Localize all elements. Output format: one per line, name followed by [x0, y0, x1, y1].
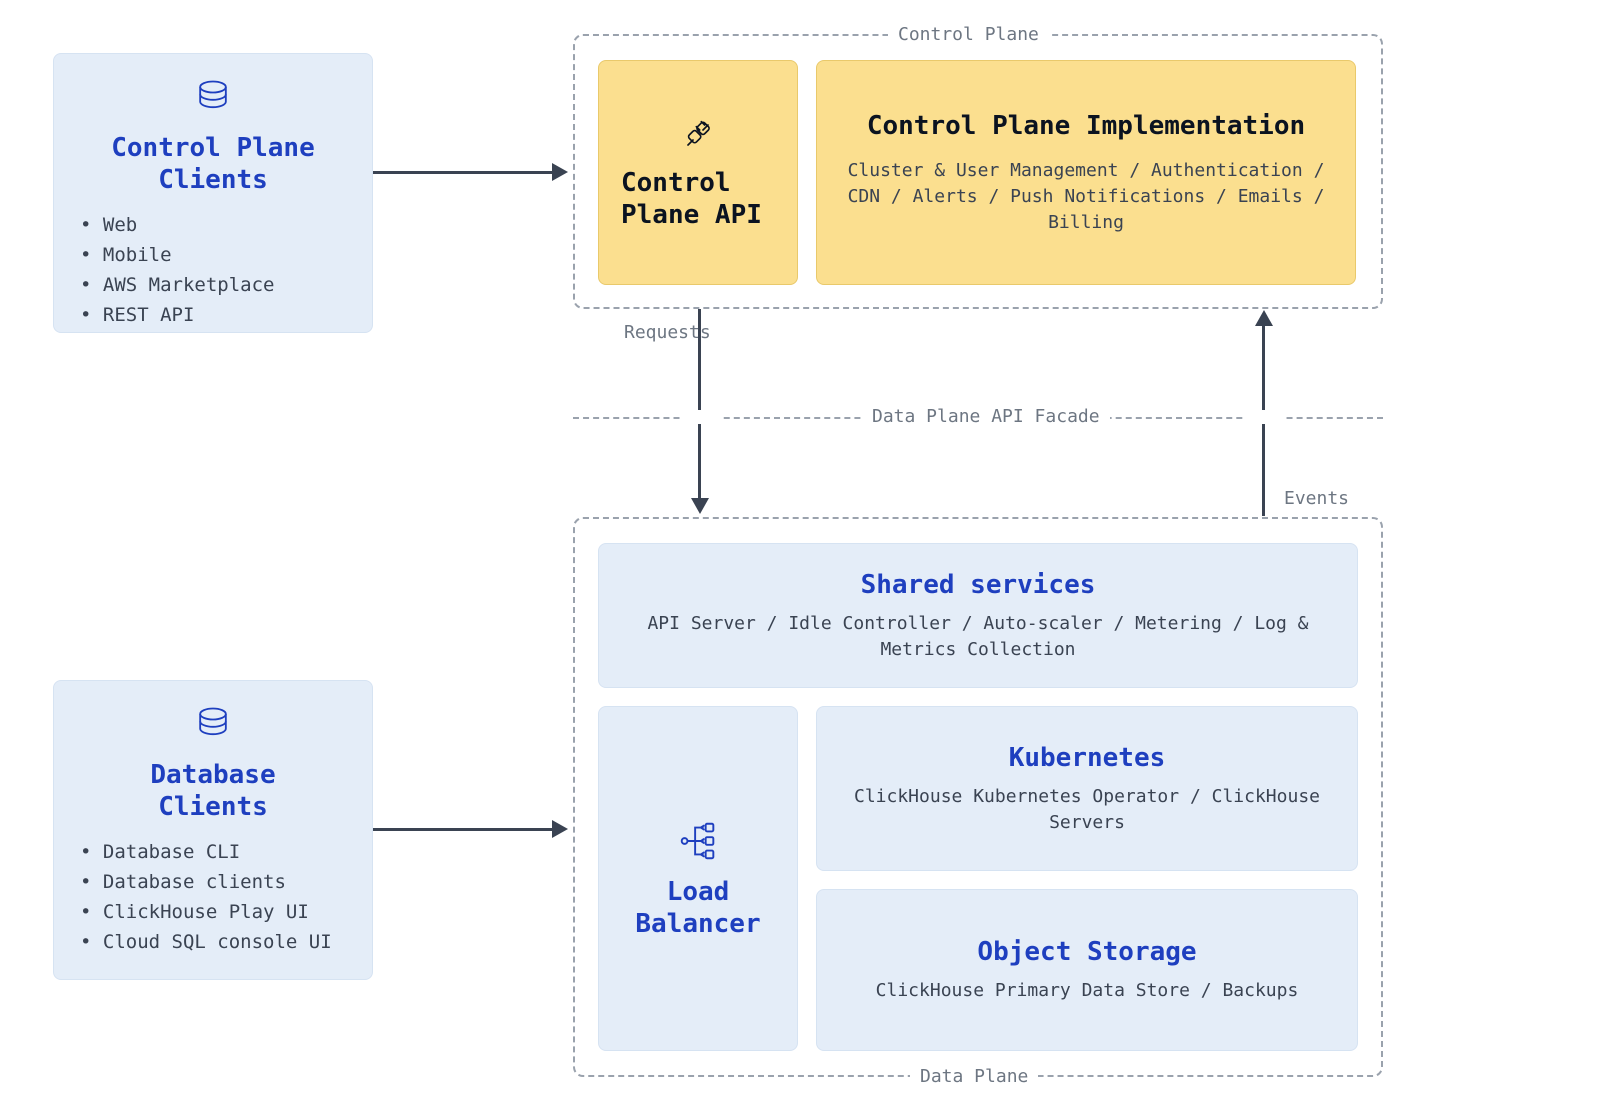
- database-clients-card: Database Clients Database CLI Database c…: [53, 680, 373, 980]
- list-item: Web: [80, 210, 346, 240]
- control-plane-impl-title: Control Plane Implementation: [847, 110, 1325, 142]
- mask: [1244, 410, 1284, 424]
- requests-label: Requests: [624, 322, 711, 343]
- control-plane-clients-title: Control Plane Clients: [80, 132, 346, 196]
- control-plane-impl-card: Control Plane Implementation Cluster & U…: [816, 60, 1356, 285]
- plug-icon: [678, 115, 718, 155]
- mask: [680, 410, 720, 424]
- database-icon: [191, 76, 235, 120]
- list-item: AWS Marketplace: [80, 270, 346, 300]
- list-item: REST API: [80, 300, 346, 330]
- events-label: Events: [1284, 488, 1349, 509]
- control-plane-api-title: Control Plane API: [621, 167, 775, 231]
- list-item: Database clients: [80, 867, 346, 897]
- database-clients-list: Database CLI Database clients ClickHouse…: [80, 837, 346, 957]
- kubernetes-desc: ClickHouse Kubernetes Operator / ClickHo…: [847, 784, 1327, 836]
- arrowhead-right-icon: [552, 163, 568, 181]
- facade-label: Data Plane API Facade: [862, 406, 1110, 428]
- arrow-clients-to-control-plane: [373, 171, 553, 174]
- load-balancer-icon: [675, 818, 721, 864]
- control-plane-clients-list: Web Mobile AWS Marketplace REST API: [80, 210, 346, 330]
- object-storage-title: Object Storage: [847, 936, 1327, 968]
- architecture-diagram: Control Plane Clients Web Mobile AWS Mar…: [0, 0, 1600, 1117]
- arrowhead-right-icon: [552, 820, 568, 838]
- object-storage-card: Object Storage ClickHouse Primary Data S…: [816, 889, 1358, 1051]
- list-item: Mobile: [80, 240, 346, 270]
- control-plane-frame-label: Control Plane: [888, 24, 1049, 46]
- shared-services-title: Shared services: [629, 569, 1327, 601]
- load-balancer-title: Load Balancer: [619, 876, 777, 940]
- arrowhead-down-icon: [691, 498, 709, 514]
- load-balancer-card: Load Balancer: [598, 706, 798, 1051]
- list-item: Cloud SQL console UI: [80, 927, 346, 957]
- arrow-clients-to-data-plane: [373, 828, 553, 831]
- control-plane-impl-desc: Cluster & User Management / Authenticati…: [847, 158, 1325, 236]
- control-plane-api-card: Control Plane API: [598, 60, 798, 285]
- control-plane-clients-card: Control Plane Clients Web Mobile AWS Mar…: [53, 53, 373, 333]
- kubernetes-card: Kubernetes ClickHouse Kubernetes Operato…: [816, 706, 1358, 871]
- data-plane-frame-label: Data Plane: [910, 1066, 1038, 1088]
- object-storage-desc: ClickHouse Primary Data Store / Backups: [847, 978, 1327, 1004]
- kubernetes-title: Kubernetes: [847, 742, 1327, 774]
- database-clients-title: Database Clients: [80, 759, 346, 823]
- list-item: ClickHouse Play UI: [80, 897, 346, 927]
- shared-services-card: Shared services API Server / Idle Contro…: [598, 543, 1358, 688]
- arrowhead-up-icon: [1255, 310, 1273, 326]
- shared-services-desc: API Server / Idle Controller / Auto-scal…: [629, 611, 1327, 663]
- database-icon: [191, 703, 235, 747]
- list-item: Database CLI: [80, 837, 346, 867]
